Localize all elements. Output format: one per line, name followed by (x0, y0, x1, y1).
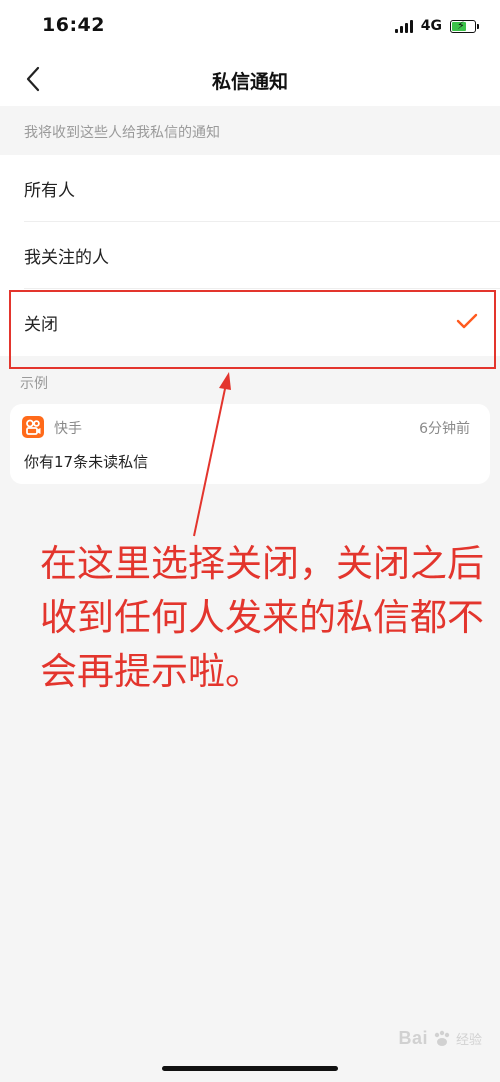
battery-icon: ⚡ (450, 19, 479, 33)
page-title: 私信通知 (211, 71, 288, 93)
kuaishou-app-icon (22, 416, 44, 438)
example-notification-card: 快手 6分钟前 你有17条未读私信 (10, 404, 490, 484)
annotation-text: 在这里选择关闭，关闭之后收到任何人发来的私信都不会再提示啦。 (40, 542, 484, 693)
notification-message: 你有17条未读私信 (24, 453, 149, 471)
notification-time: 6分钟前 (419, 421, 470, 437)
network-label: 4G (420, 18, 442, 34)
baidu-watermark: Bai 经验 (398, 1028, 482, 1049)
option-label: 我关注的人 (24, 248, 109, 268)
status-bar: 16:42 4G ⚡ (0, 0, 500, 52)
option-everyone[interactable]: 所有人 (0, 155, 500, 222)
app-name: 快手 (54, 421, 82, 437)
status-time: 16:42 (42, 14, 105, 36)
notification-options-list: 所有人 我关注的人 关闭 (0, 155, 500, 356)
home-indicator[interactable] (162, 1066, 338, 1071)
section-hint: 我将收到这些人给我私信的通知 (24, 125, 220, 141)
status-icons: 4G ⚡ (394, 18, 479, 34)
option-followed[interactable]: 我关注的人 (0, 222, 500, 289)
nav-bar: 私信通知 (0, 52, 500, 106)
watermark-suffix: 经验 (455, 1033, 482, 1048)
watermark-brand: Bai (398, 1028, 428, 1048)
signal-icon (394, 19, 413, 33)
example-label: 示例 (20, 376, 48, 392)
option-off[interactable]: 关闭 (0, 289, 500, 356)
option-label: 关闭 (24, 315, 58, 335)
paw-icon (434, 1030, 450, 1046)
option-label: 所有人 (24, 181, 75, 201)
checkmark-icon (456, 313, 478, 329)
